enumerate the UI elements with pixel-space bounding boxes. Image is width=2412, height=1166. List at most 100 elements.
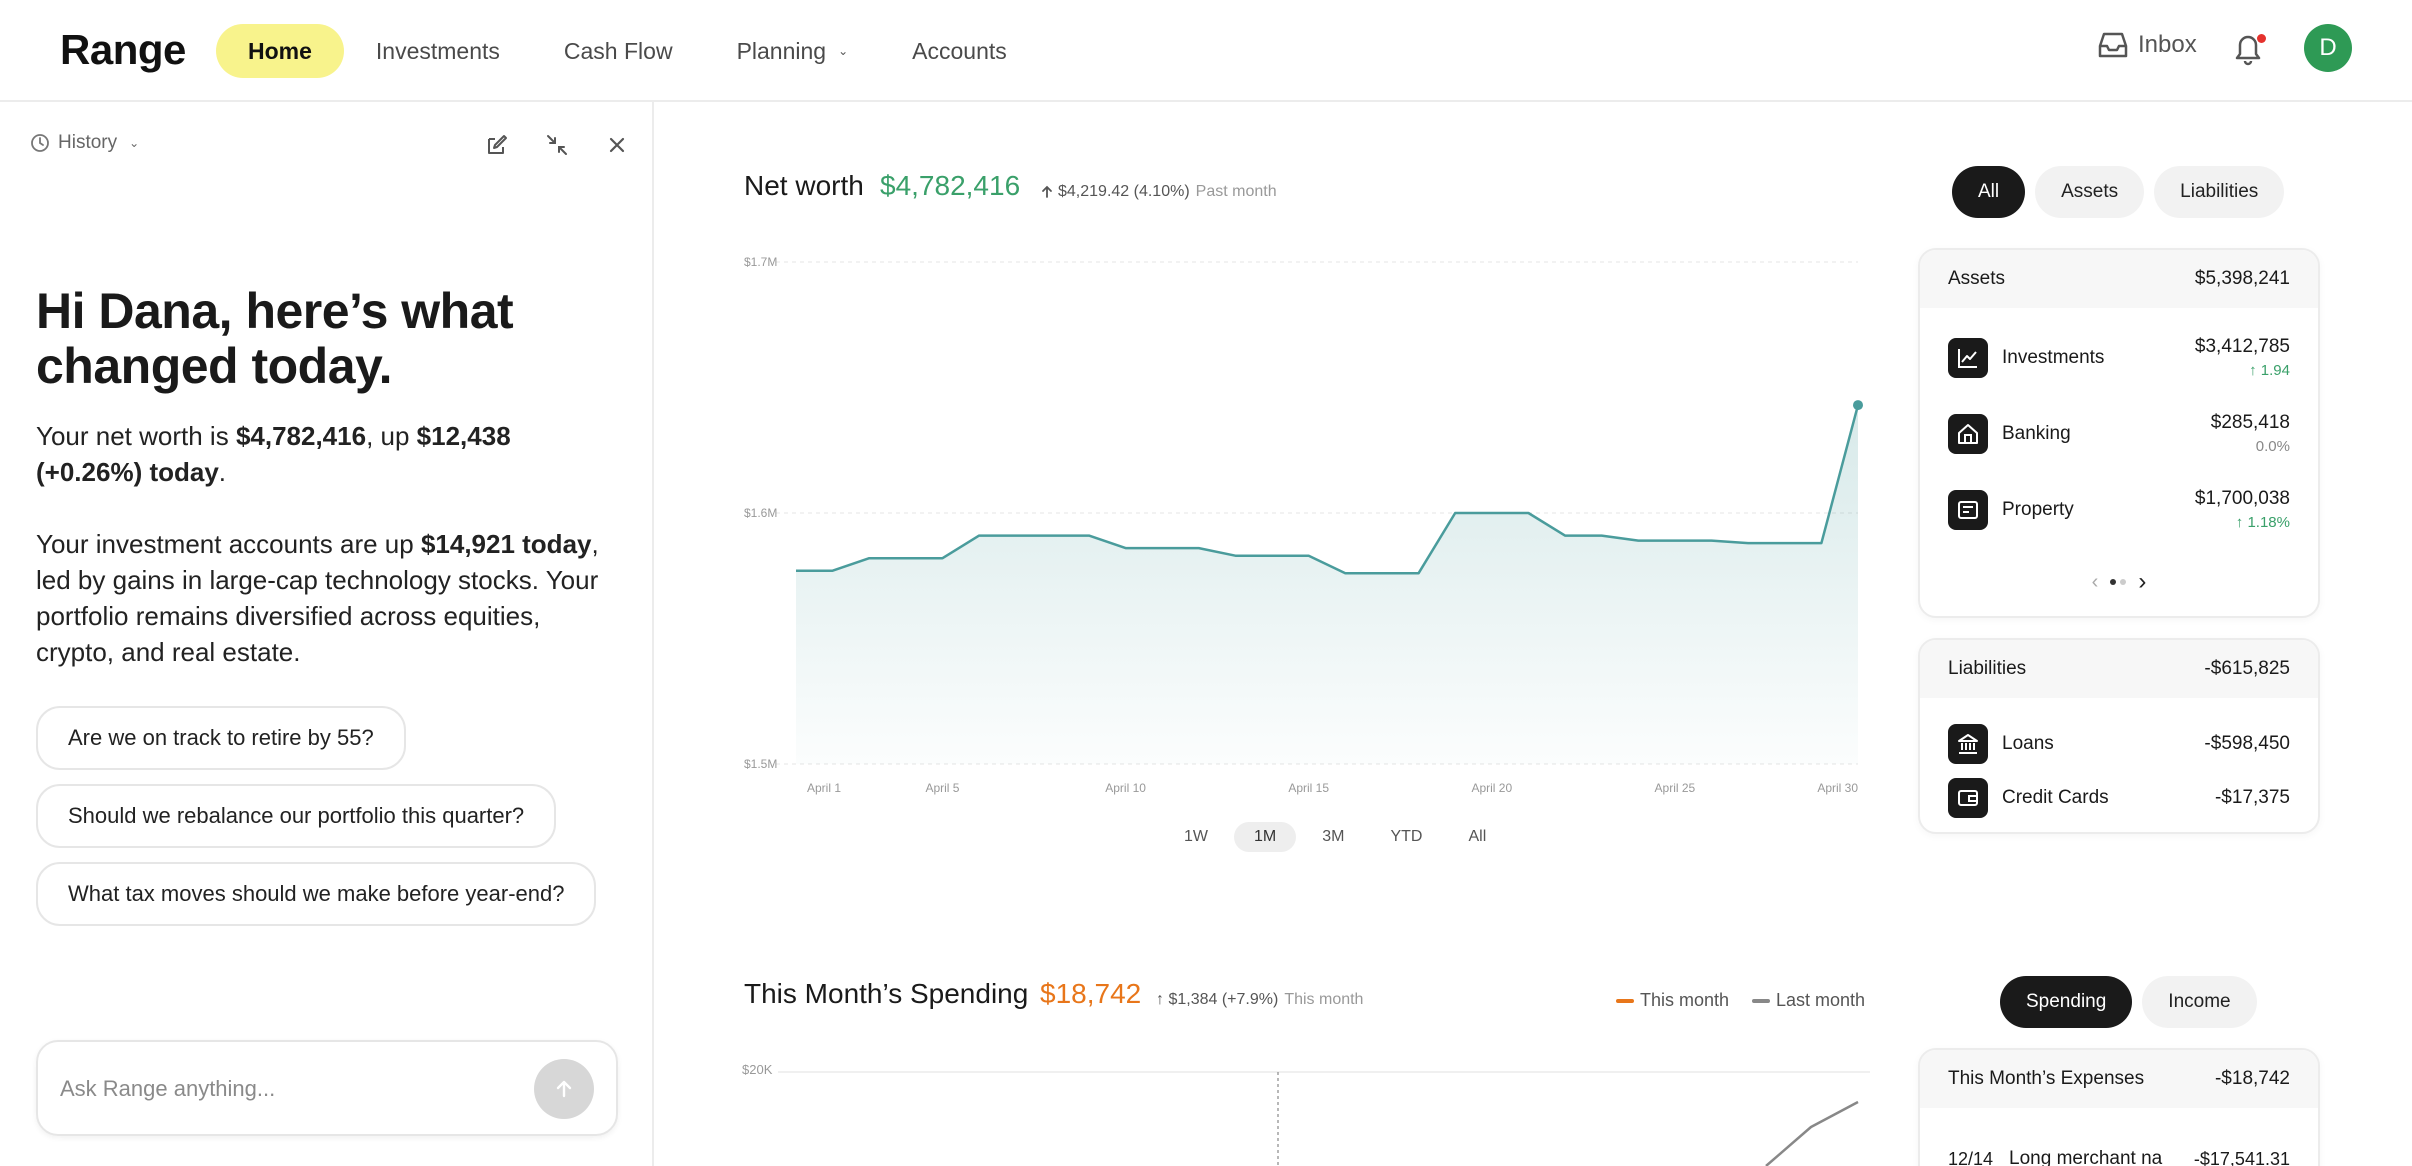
suggestion-chip[interactable]: What tax moves should we make before yea… xyxy=(36,862,597,926)
collapse-icon[interactable] xyxy=(542,130,572,160)
summary-text: . xyxy=(218,457,227,487)
spending-change: ↑ $1,384 (+7.9%) This month xyxy=(1156,991,1364,1008)
change-period: This month xyxy=(1284,991,1364,1008)
range-3m[interactable]: 3M xyxy=(1302,822,1364,852)
ask-box xyxy=(36,1040,618,1136)
app-logo[interactable]: Range xyxy=(60,26,186,74)
legend-last-month: Last month xyxy=(1752,990,1865,1011)
chart-area xyxy=(796,405,1858,764)
range-ytd[interactable]: YTD xyxy=(1370,822,1442,852)
spending-value: $18,742 xyxy=(1040,978,1142,1009)
range-1m[interactable]: 1M xyxy=(1234,822,1297,852)
x-tick-label: April 5 xyxy=(925,781,959,795)
card-title: Liabilities xyxy=(1948,658,2027,679)
asset-row-banking[interactable]: Banking $285,418 0.0% xyxy=(1948,412,2290,455)
expense-date: 12/14 xyxy=(1948,1148,1994,1166)
nav-label: Cash Flow xyxy=(563,37,673,64)
nav-label: Investments xyxy=(375,37,500,64)
notifications-button[interactable] xyxy=(2232,30,2268,70)
nav-label: Accounts xyxy=(912,37,1007,64)
row-delta: 0.0% xyxy=(2255,438,2290,455)
greeting-heading: Hi Dana, here’s what changed today. xyxy=(36,283,514,394)
row-delta: ↑ 1.18% xyxy=(2235,514,2290,531)
summary-investment-change: $14,921 today xyxy=(420,529,592,559)
send-button[interactable] xyxy=(534,1059,594,1119)
y-axis-ticks: $1.7M $1.6M $1.5M xyxy=(744,255,777,771)
net-worth-chart: $1.7M$1.6M$1.5M April 1 April 5 April 10 Ap… xyxy=(744,255,1863,795)
toggle-income[interactable]: Income xyxy=(2142,976,2257,1028)
suggestion-chip[interactable]: Are we on track to retire by 55? xyxy=(36,706,406,770)
edit-icon[interactable] xyxy=(482,130,512,160)
summary-text: Your investment accounts are up xyxy=(36,529,421,559)
expense-value: -$17,541.31 xyxy=(2193,1148,2290,1166)
nav-planning[interactable]: Planning ⌄ xyxy=(705,24,881,78)
summary-text: Your net worth is xyxy=(36,421,236,451)
liability-row-loans[interactable]: Loans -$598,450 xyxy=(1948,724,2290,764)
close-icon[interactable] xyxy=(602,130,632,160)
filter-assets[interactable]: Assets xyxy=(2035,166,2145,218)
change-amount: $1,384 (+7.9%) xyxy=(1168,991,1279,1008)
change-amount: $4,219.42 (4.10%) xyxy=(1058,183,1190,200)
range-all[interactable]: All xyxy=(1448,822,1506,852)
row-label: Investments xyxy=(2002,346,2105,368)
x-axis-ticks: April 1 April 5 April 10 April 15 April 20 Ap… xyxy=(807,781,1858,795)
summary-net-worth: $4,782,416 xyxy=(235,421,367,451)
x-tick-label: April 25 xyxy=(1655,781,1696,795)
card-total: $5,398,241 xyxy=(2194,268,2290,289)
nav-investments[interactable]: Investments xyxy=(344,24,532,78)
row-value: $3,412,785 xyxy=(2194,336,2290,357)
x-tick-label: April 20 xyxy=(1471,781,1512,795)
net-worth-filter: All Assets Liabilities xyxy=(1952,166,2294,218)
arrow-up-icon xyxy=(1042,185,1052,198)
asset-row-investments[interactable]: Investments $3,412,785 ↑ 1.94 xyxy=(1948,336,2290,379)
pager-dot xyxy=(2120,579,2127,585)
card-title: Assets xyxy=(1948,268,2006,289)
expense-row[interactable]: 12/14 Long merchant na -$17,541.31 xyxy=(1948,1148,2290,1166)
liabilities-card: Liabilities -$615,825 Loans -$598,450 Cr… xyxy=(1918,638,2320,834)
chart-line-icon xyxy=(1948,337,1988,378)
nav-accounts[interactable]: Accounts xyxy=(880,24,1039,78)
range-1w[interactable]: 1W xyxy=(1164,822,1228,852)
chevron-left-icon[interactable]: ‹ xyxy=(2092,571,2099,594)
spending-title: This Month’s Spending xyxy=(744,978,1029,1009)
x-tick-label: April 1 xyxy=(807,781,841,795)
wallet-icon xyxy=(1948,778,1988,818)
chevron-right-icon[interactable]: › xyxy=(2138,568,2146,596)
home-icon xyxy=(1948,413,1988,454)
row-value: $1,700,038 xyxy=(2194,488,2290,509)
suggestion-chip[interactable]: Should we rebalance our portfolio this q… xyxy=(36,784,557,848)
chevron-down-icon: ⌄ xyxy=(838,44,849,58)
liability-row-credit-cards[interactable]: Credit Cards -$17,375 xyxy=(1948,778,2290,818)
inbox-button[interactable]: Inbox xyxy=(2096,30,2197,60)
nav-label: Planning xyxy=(736,37,827,64)
row-value: -$598,450 xyxy=(2204,733,2290,754)
row-label: Banking xyxy=(2002,422,2071,444)
legend-this-month: This month xyxy=(1616,990,1729,1011)
net-worth-value: $4,782,416 xyxy=(880,170,1021,201)
filter-all[interactable]: All xyxy=(1952,166,2026,218)
nav-home[interactable]: Home xyxy=(216,24,344,78)
avatar[interactable]: D xyxy=(2304,24,2352,72)
liabilities-card-header[interactable]: Liabilities -$615,825 xyxy=(1920,640,2318,698)
x-tick-label: April 15 xyxy=(1288,781,1329,795)
ask-input[interactable] xyxy=(60,1068,530,1110)
asset-row-property[interactable]: Property $1,700,038 ↑ 1.18% xyxy=(1948,488,2290,531)
change-period: Past month xyxy=(1195,183,1277,200)
summary-text: , up xyxy=(366,421,417,451)
legend-label: This month xyxy=(1640,990,1730,1010)
legend-swatch xyxy=(1752,998,1770,1003)
delta-value: 1.18% xyxy=(2247,514,2290,531)
expenses-card-header[interactable]: This Month’s Expenses -$18,742 xyxy=(1920,1050,2318,1108)
range-selector: 1W 1M 3M YTD All xyxy=(1164,822,1512,852)
delta-value: 1.94 xyxy=(2260,362,2290,379)
investment-summary: Your investment accounts are up $14,921 … xyxy=(36,526,616,670)
filter-liabilities[interactable]: Liabilities xyxy=(2154,166,2285,218)
net-worth-summary: Your net worth is $4,782,416, up $12,438… xyxy=(36,418,616,490)
assets-card-header[interactable]: Assets $5,398,241 xyxy=(1920,250,2318,308)
row-label: Credit Cards xyxy=(2002,787,2109,808)
toggle-spending[interactable]: Spending xyxy=(2000,976,2133,1028)
pager-dot-active xyxy=(2110,579,2117,585)
x-tick-label: April 30 xyxy=(1817,781,1858,795)
nav-cash-flow[interactable]: Cash Flow xyxy=(532,24,705,78)
history-dropdown[interactable]: History ⌄ xyxy=(30,132,139,154)
